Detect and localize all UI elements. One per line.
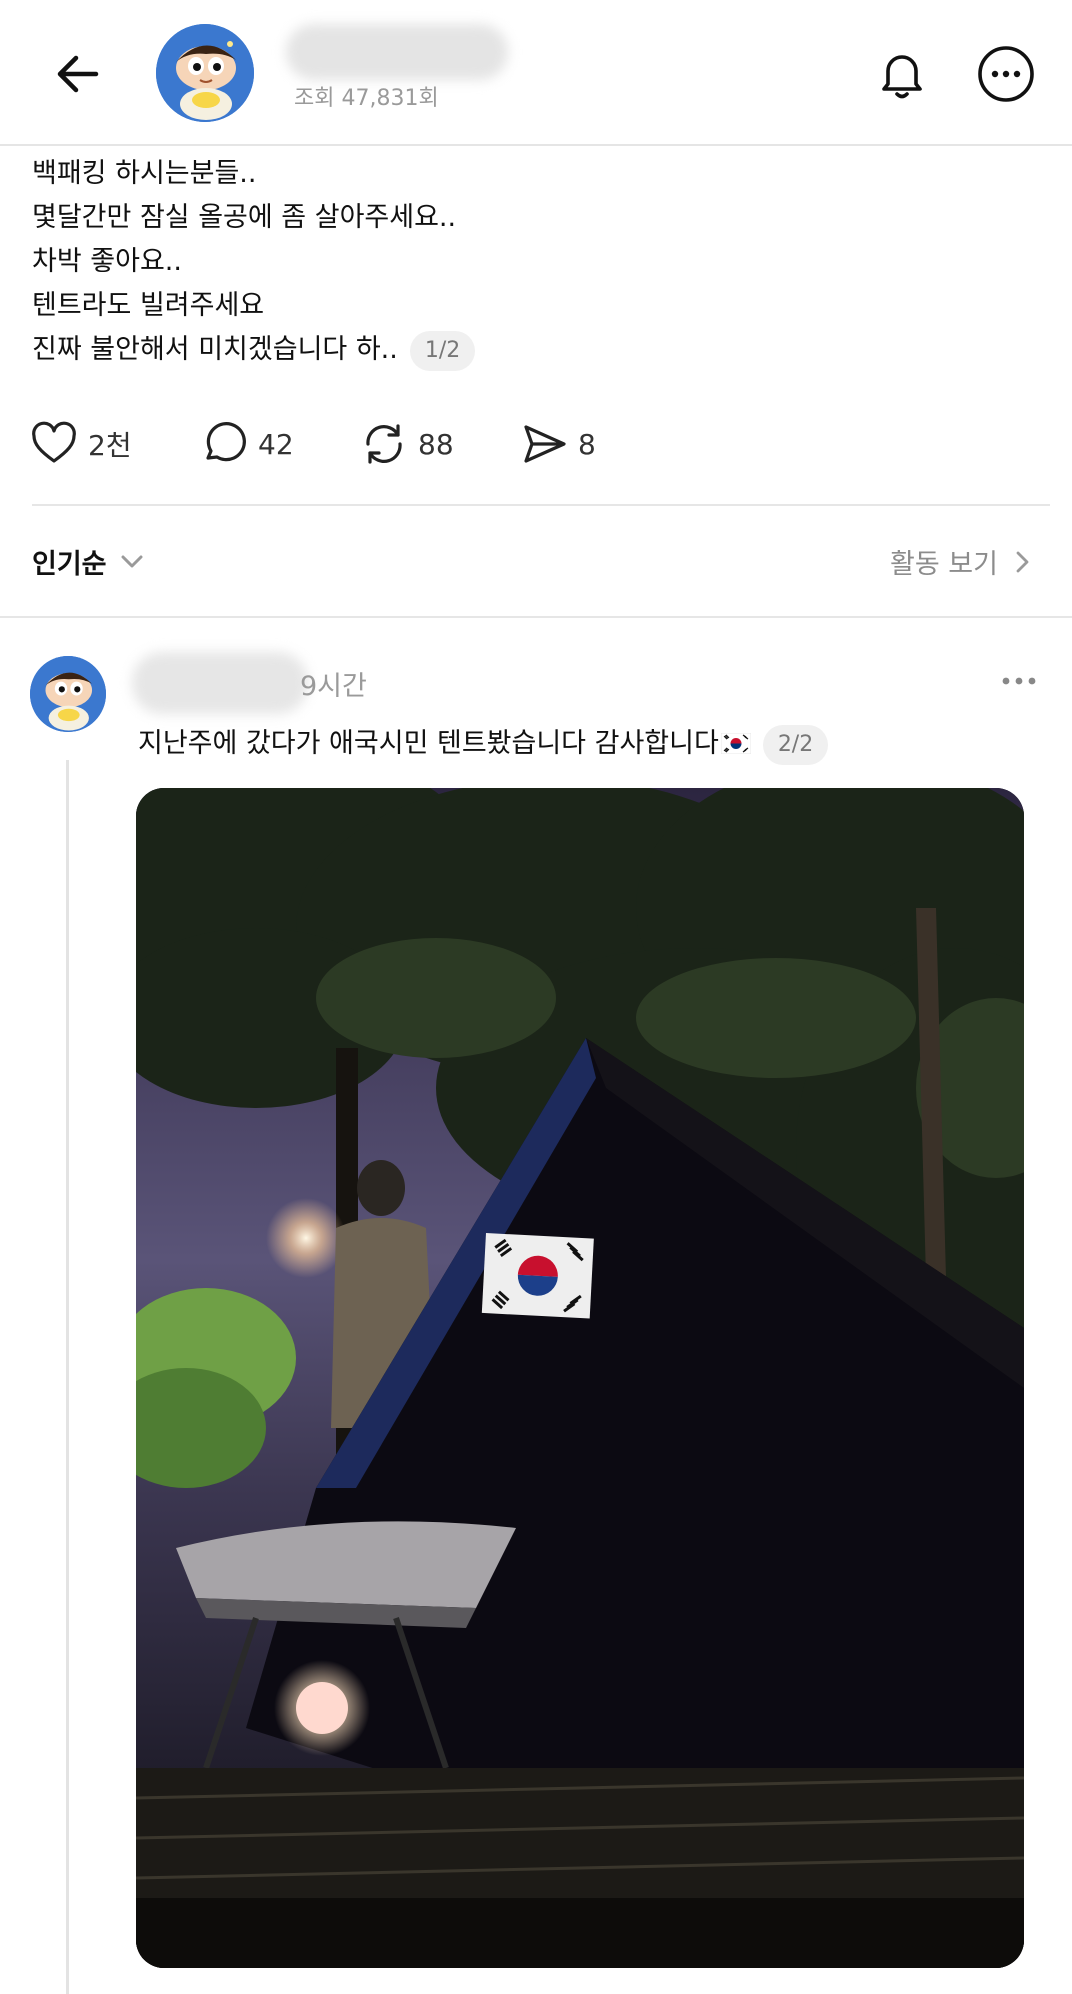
arrow-left-icon <box>57 55 99 93</box>
more-options-button[interactable] <box>976 44 1036 104</box>
thread-pager-badge: 2/2 <box>762 724 829 765</box>
like-button[interactable]: 2천 <box>30 418 132 470</box>
post-line: 차박 좋아요.. <box>32 246 182 277</box>
blurred-username <box>286 24 508 80</box>
sort-dropdown[interactable]: 인기순 <box>32 542 147 581</box>
top-bar: 조회 47,831회 <box>0 0 1072 146</box>
repost-icon <box>366 424 402 464</box>
sort-label: 인기순 <box>32 549 107 580</box>
more-horizontal-icon <box>978 46 1034 102</box>
share-count: 8 <box>578 427 596 461</box>
korean-flag-emoji-icon <box>720 733 751 754</box>
more-dots-icon <box>1002 677 1036 685</box>
post-line-text: 진짜 불안해서 미치겠습니다 하.. <box>32 334 398 365</box>
comment-count: 42 <box>258 427 294 461</box>
back-button[interactable] <box>50 46 106 102</box>
thread-pager-badge: 1/2 <box>409 330 476 371</box>
chevron-down-icon <box>121 555 143 567</box>
post-body: 백패킹 하시는분들.. 몇달간만 잠실 올공에 좀 살아주세요.. 차박 좋아요… <box>32 152 1032 372</box>
reply-photo[interactable] <box>136 788 1024 1968</box>
cartoon-avatar-image <box>156 24 254 122</box>
replies-sort-bar: 인기순 활동 보기 <box>0 506 1072 618</box>
reply-more-button[interactable] <box>994 664 1044 698</box>
reply-text: 지난주에 갔다가 애국시민 텐트봤습니다 감사합니다 <box>138 728 719 759</box>
view-activity-button[interactable]: 활동 보기 <box>890 542 1036 581</box>
send-icon <box>524 425 566 463</box>
thread-line <box>66 760 69 1994</box>
cartoon-avatar-image <box>30 656 106 732</box>
view-activity-label: 활동 보기 <box>890 549 998 580</box>
comment-button[interactable]: 42 <box>200 418 294 470</box>
blurred-reply-username <box>132 652 308 714</box>
share-button[interactable]: 8 <box>520 418 596 470</box>
post-actions: 2천 42 88 8 <box>30 418 1030 470</box>
speech-bubble-icon <box>206 422 246 462</box>
view-count: 조회 47,831회 <box>294 86 439 111</box>
like-count: 2천 <box>88 429 132 462</box>
repost-button[interactable]: 88 <box>360 418 454 470</box>
chevron-right-icon <box>1016 551 1029 572</box>
reply-text-row: 지난주에 갔다가 애국시민 텐트봤습니다 감사합니다 2/2 <box>138 720 829 768</box>
heart-icon <box>32 421 76 463</box>
reply-timestamp: 9시간 <box>300 671 367 702</box>
post-line-last: 진짜 불안해서 미치겠습니다 하.. 1/2 <box>32 328 1032 372</box>
night-tent-photo <box>136 788 1024 1968</box>
post-line: 몇달간만 잠실 올공에 좀 살아주세요.. <box>32 202 457 233</box>
repost-count: 88 <box>418 427 454 461</box>
bell-icon <box>882 55 922 99</box>
author-avatar[interactable] <box>156 24 254 122</box>
reply-author-avatar[interactable] <box>30 656 106 732</box>
post-line: 백패킹 하시는분들.. <box>32 158 257 189</box>
notification-button[interactable] <box>872 44 932 104</box>
post-line: 텐트라도 빌려주세요 <box>32 290 265 321</box>
